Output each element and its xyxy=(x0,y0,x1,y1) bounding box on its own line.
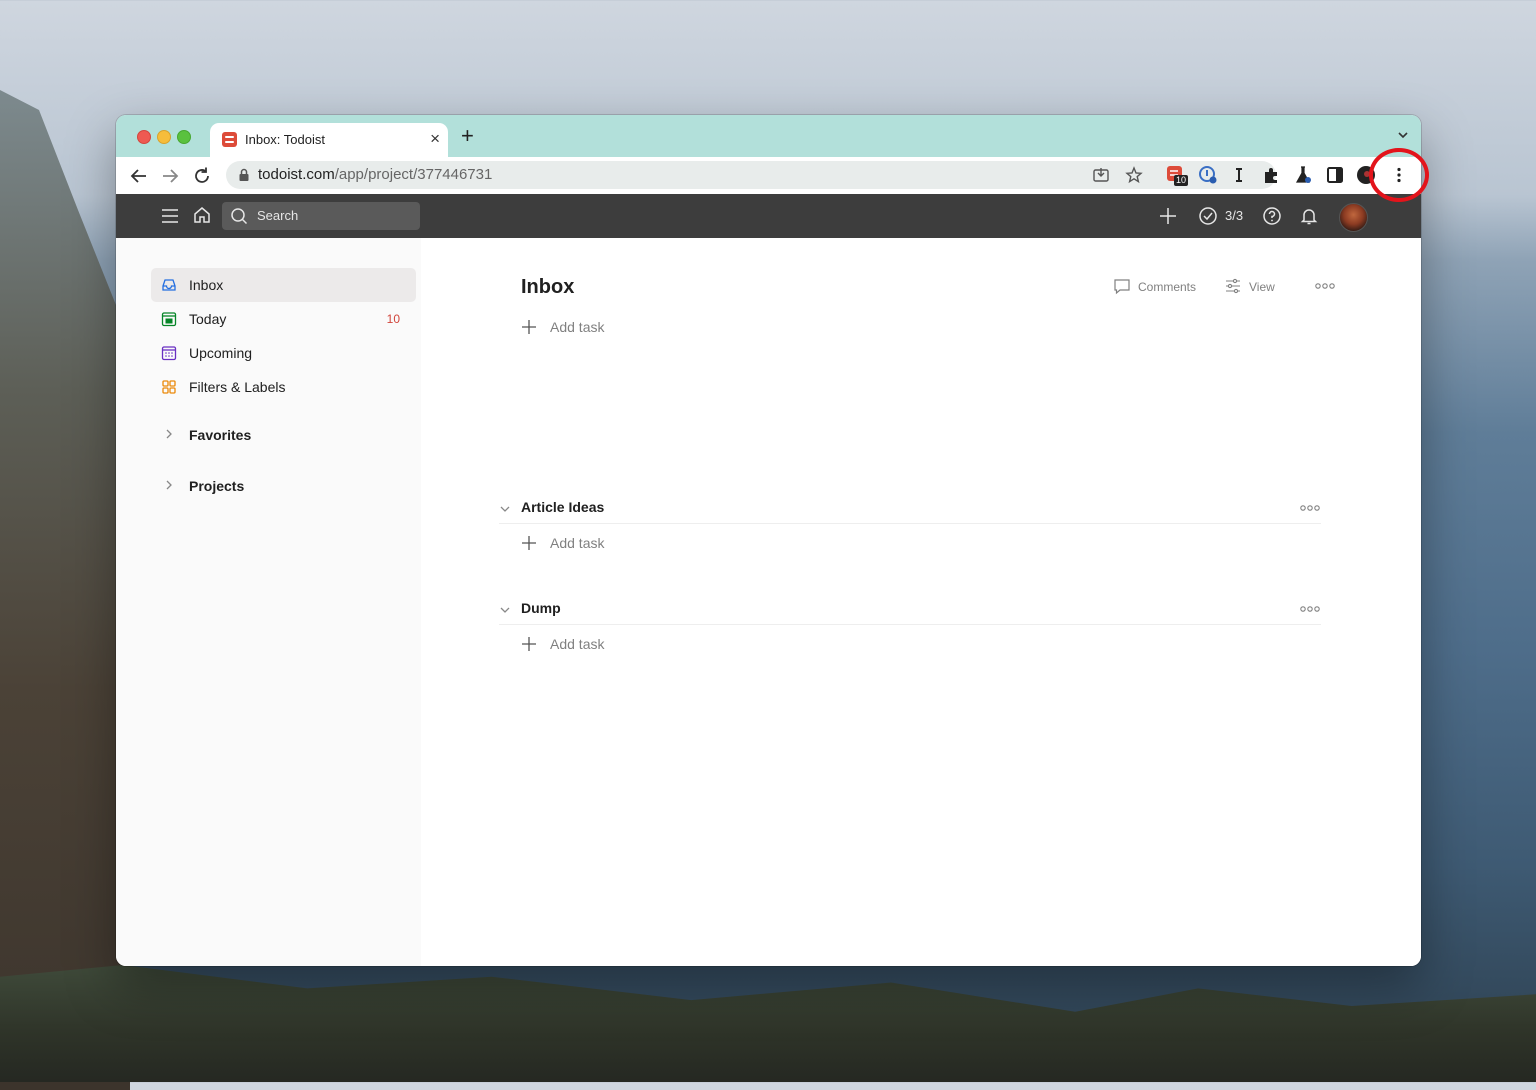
url-text: todoist.com/app/project/377446731 xyxy=(258,166,492,183)
install-icon[interactable] xyxy=(1092,166,1110,184)
star-icon[interactable] xyxy=(1125,166,1143,184)
tab-todoist[interactable]: Inbox: Todoist × xyxy=(210,123,448,157)
desktop-rocks xyxy=(0,965,1536,1082)
section-header[interactable]: Dump xyxy=(499,594,1321,625)
hamburger-icon[interactable] xyxy=(160,206,180,226)
search-input[interactable]: Search xyxy=(222,202,420,230)
check-circle-icon[interactable] xyxy=(1198,206,1218,226)
sidebar-group-label: Projects xyxy=(189,478,245,494)
chevron-down-icon[interactable] xyxy=(499,604,511,616)
app-header: Search 3/3 xyxy=(116,194,1421,238)
back-icon[interactable] xyxy=(128,165,150,187)
plus-icon[interactable] xyxy=(1158,206,1178,226)
avatar[interactable] xyxy=(1339,203,1368,232)
sidebar-item-label: Filters & Labels xyxy=(189,379,286,395)
sidebar-group-projects[interactable]: Projects xyxy=(151,471,416,501)
add-task-button[interactable]: Add task xyxy=(521,315,721,339)
url-domain: todoist.com xyxy=(258,166,335,183)
sidebar-item-label: Inbox xyxy=(189,277,224,293)
sidebar-group-label: Favorites xyxy=(189,427,252,443)
tab-close-icon[interactable]: × xyxy=(430,129,440,149)
extension-badge: 10 xyxy=(1174,175,1189,186)
puzzle-icon[interactable] xyxy=(1261,165,1281,185)
instapaper-icon[interactable] xyxy=(1229,165,1249,185)
minimize-window-button[interactable] xyxy=(157,130,171,144)
add-task-button[interactable]: Add task xyxy=(521,531,721,555)
sidebar: Inbox Today 10 Upcoming Filters & Labels… xyxy=(116,238,421,966)
sidebar-item-today[interactable]: Today 10 xyxy=(151,302,416,336)
chevron-right-icon[interactable] xyxy=(163,479,175,491)
sidebar-item-label: Upcoming xyxy=(189,345,253,361)
tab-title: Inbox: Todoist xyxy=(245,132,325,147)
new-tab-button[interactable]: + xyxy=(461,124,474,148)
plus-icon xyxy=(522,320,536,334)
add-task-button[interactable]: Add task xyxy=(521,632,721,656)
section-header[interactable]: Article Ideas xyxy=(499,493,1321,524)
lab-icon[interactable] xyxy=(1293,165,1313,185)
section-title: Dump xyxy=(521,600,561,616)
desktop-cliff xyxy=(0,90,130,1090)
add-task-label: Add task xyxy=(550,636,605,652)
browser-toolbar: todoist.com/app/project/377446731 10 xyxy=(116,157,1421,194)
url-path: /app/project/377446731 xyxy=(334,166,493,183)
search-placeholder: Search xyxy=(257,208,299,223)
add-task-label: Add task xyxy=(550,319,605,335)
section-more-icon[interactable] xyxy=(1299,503,1321,513)
sidebar-item-upcoming[interactable]: Upcoming xyxy=(151,336,416,370)
section-title: Article Ideas xyxy=(521,499,605,515)
karma-count[interactable]: 3/3 xyxy=(1225,208,1243,223)
address-bar[interactable]: todoist.com/app/project/377446731 xyxy=(226,161,1276,189)
sidebar-item-filters-labels[interactable]: Filters & Labels xyxy=(151,370,416,404)
zoom-window-button[interactable] xyxy=(177,130,191,144)
main-content: Inbox Comments View Add task Article Ide… xyxy=(421,238,1421,966)
comments-label: Comments xyxy=(1138,280,1197,294)
calendar-today-icon xyxy=(161,312,177,327)
todoist-extension-icon[interactable]: 10 xyxy=(1166,165,1189,186)
todoist-favicon-icon xyxy=(222,132,237,147)
sidebar-item-inbox[interactable]: Inbox xyxy=(151,268,416,302)
chevron-right-icon[interactable] xyxy=(163,428,175,440)
section-more-icon[interactable] xyxy=(1299,604,1321,614)
filters-grid-icon xyxy=(162,380,176,394)
view-button[interactable]: View xyxy=(1224,277,1284,297)
sliders-icon xyxy=(1226,278,1240,294)
search-icon xyxy=(231,208,248,225)
plus-icon xyxy=(522,637,536,651)
add-task-label: Add task xyxy=(550,535,605,551)
reload-icon[interactable] xyxy=(191,165,213,187)
view-label: View xyxy=(1249,280,1275,294)
calendar-upcoming-icon xyxy=(161,346,177,361)
home-icon[interactable] xyxy=(192,205,212,225)
sidebar-group-favorites[interactable]: Favorites xyxy=(151,420,416,450)
lock-icon[interactable] xyxy=(238,168,250,182)
onepassword-icon[interactable] xyxy=(1198,165,1218,185)
chevron-down-icon[interactable] xyxy=(499,503,511,515)
close-window-button[interactable] xyxy=(137,130,151,144)
help-icon[interactable] xyxy=(1262,206,1282,226)
tab-search-chevron-icon[interactable] xyxy=(1397,129,1409,141)
comment-icon xyxy=(1114,279,1130,295)
today-count-badge: 10 xyxy=(386,312,400,326)
more-options-icon[interactable] xyxy=(1314,281,1336,291)
sidebar-item-label: Today xyxy=(189,311,227,327)
annotation-circle xyxy=(1369,148,1429,202)
sidepanel-icon[interactable] xyxy=(1325,165,1345,185)
plus-icon xyxy=(522,536,536,550)
inbox-icon xyxy=(162,279,176,291)
forward-icon[interactable] xyxy=(159,165,181,187)
comments-button[interactable]: Comments xyxy=(1113,277,1203,297)
bell-icon[interactable] xyxy=(1299,206,1319,226)
browser-window: Inbox: Todoist × + todoist.com/app/proje… xyxy=(116,115,1421,966)
page-title: Inbox xyxy=(521,276,575,298)
tab-strip: Inbox: Todoist × + xyxy=(116,115,1421,157)
